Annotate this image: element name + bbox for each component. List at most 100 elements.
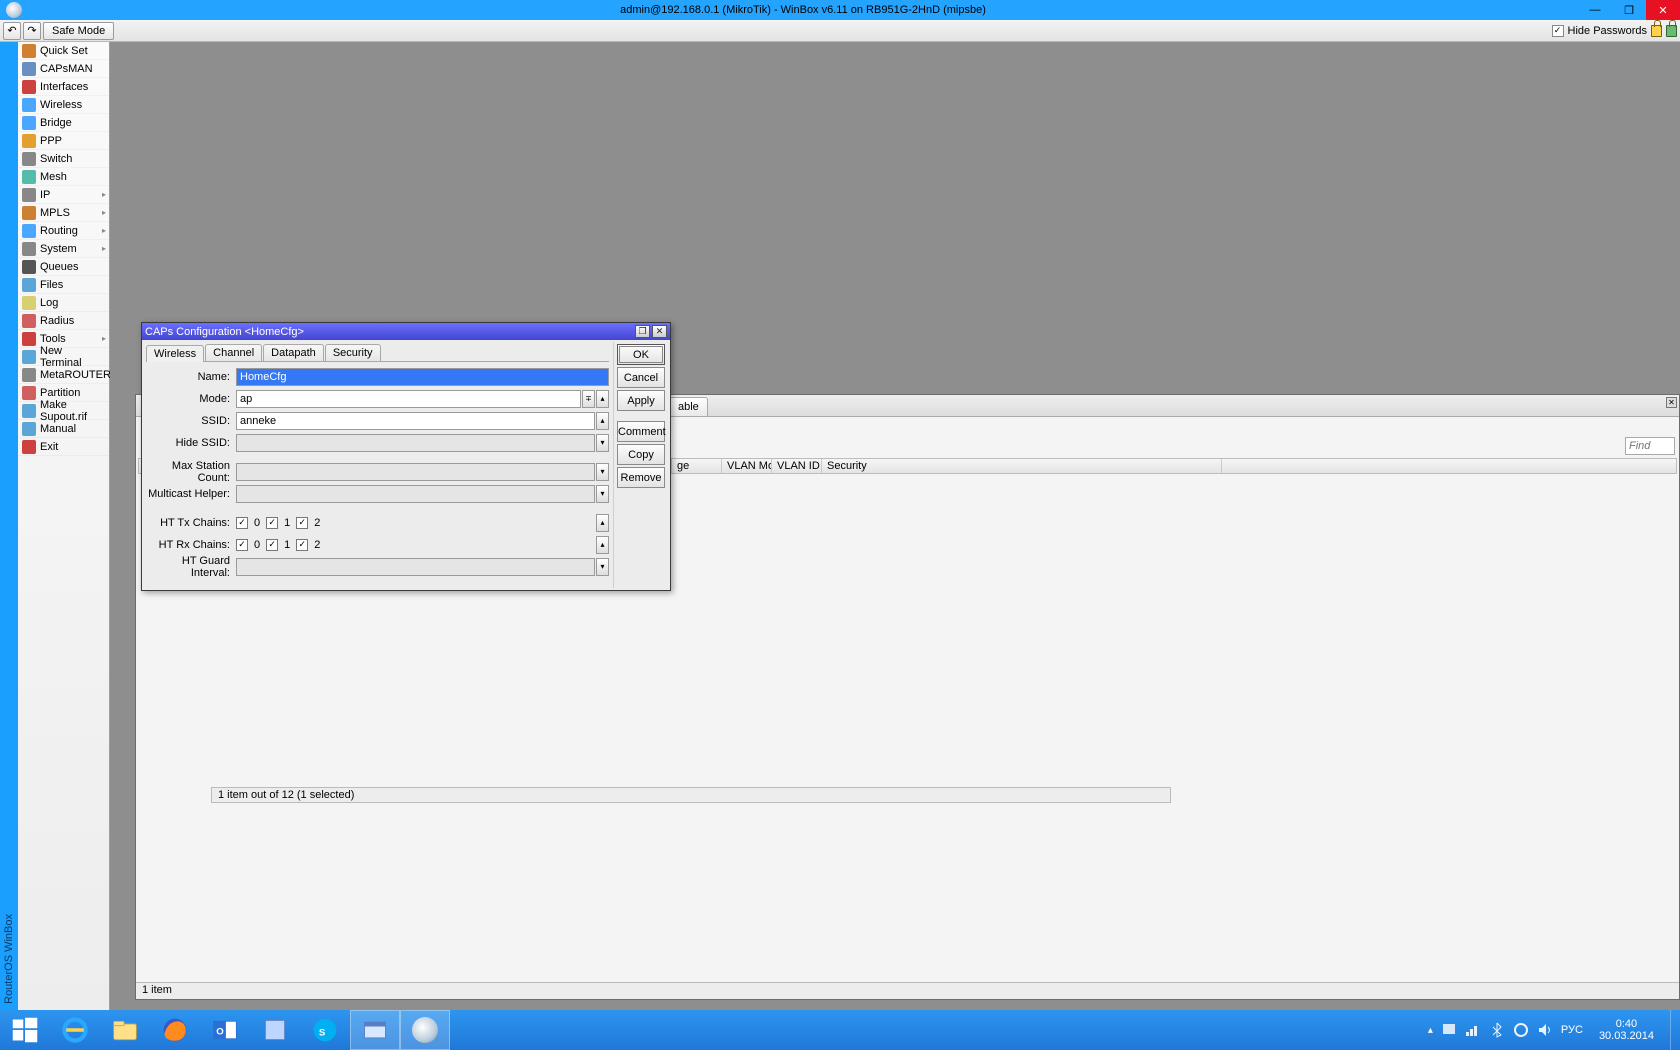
mode-label: Mode: [146,393,236,405]
column-header[interactable]: VLAN Mo... [722,459,772,473]
undo-button[interactable]: ↶ [3,22,21,40]
multicast-input[interactable] [236,485,595,503]
redo-button[interactable]: ↷ [23,22,41,40]
chain2-label: 2 [314,539,320,551]
tab-channel[interactable]: Channel [205,344,262,361]
sidebar-item-new-terminal[interactable]: New Terminal [18,348,109,366]
sidebar-item-log[interactable]: Log [18,294,109,312]
part-icon [22,386,36,400]
sidebar-item-label: Routing [40,225,78,237]
minimize-button[interactable]: — [1578,0,1612,20]
volume-icon[interactable] [1537,1022,1553,1038]
ht-tx-chain1-checkbox[interactable]: ✓ [266,517,278,529]
firefox-icon[interactable] [150,1010,200,1050]
sidebar-item-wireless[interactable]: Wireless [18,96,109,114]
explorer-icon[interactable] [100,1010,150,1050]
ssid-input[interactable] [236,412,595,430]
network-icon[interactable] [1465,1022,1481,1038]
outlook-icon[interactable]: O [200,1010,250,1050]
collapse-up-icon[interactable]: ▴ [596,536,609,554]
column-header[interactable]: Security [822,459,1222,473]
sidebar-item-routing[interactable]: Routing ▸ [18,222,109,240]
exit-icon [22,440,36,454]
tab-datapath[interactable]: Datapath [263,344,324,361]
language-indicator[interactable]: РУС [1561,1024,1583,1036]
sidebar-item-mesh[interactable]: Mesh [18,168,109,186]
sidebar-item-manual[interactable]: Manual [18,420,109,438]
skype-icon[interactable]: S [300,1010,350,1050]
app-icon-gen2[interactable] [350,1010,400,1050]
ht-rx-chain2-checkbox[interactable]: ✓ [296,539,308,551]
guard-interval-input[interactable] [236,558,595,576]
sidebar-item-system[interactable]: System▸ [18,240,109,258]
sidebar-item-interfaces[interactable]: Interfaces [18,78,109,96]
sidebar-item-label: Make Supout.rif [40,399,105,423]
brg-icon [22,116,36,130]
ht-tx-chain0-checkbox[interactable]: ✓ [236,517,248,529]
modal-close-button[interactable]: ✕ [652,325,667,338]
find-box[interactable] [1625,437,1675,455]
sidebar-item-metarouter[interactable]: MetaROUTER [18,366,109,384]
apply-button[interactable]: Apply [617,390,665,411]
modal-titlebar[interactable]: CAPs Configuration <HomeCfg> ❐ ✕ [142,323,670,340]
copy-button[interactable]: Copy [617,444,665,465]
modal-restore-button[interactable]: ❐ [635,325,650,338]
comment-button[interactable]: Comment [617,421,665,442]
hide-ssid-input[interactable] [236,434,595,452]
collapse-up-icon[interactable]: ▴ [596,390,609,408]
ie-icon[interactable] [50,1010,100,1050]
tray-up-icon[interactable]: ▴ [1428,1025,1433,1036]
close-icon[interactable]: ✕ [1666,397,1677,408]
fl-icon [22,278,36,292]
tab-security[interactable]: Security [325,344,381,361]
hide-passwords-toggle[interactable]: ✓ Hide Passwords [1552,25,1647,37]
flag-icon[interactable] [1441,1022,1457,1038]
sidebar-item-files[interactable]: Files [18,276,109,294]
sidebar-item-ip[interactable]: IP▸ [18,186,109,204]
column-header[interactable]: ge [672,459,722,473]
collapse-up-icon[interactable]: ▴ [596,412,609,430]
start-button[interactable] [0,1010,50,1050]
expand-down-icon[interactable]: ▾ [596,463,609,481]
ht-rx-chain1-checkbox[interactable]: ✓ [266,539,278,551]
remove-button[interactable]: Remove [617,467,665,488]
sidebar-item-label: Interfaces [40,81,88,93]
cancel-button[interactable]: Cancel [617,367,665,388]
chevron-right-icon: ▸ [102,226,106,235]
table-tab[interactable]: able [669,397,708,416]
sidebar-item-quick-set[interactable]: Quick Set [18,42,109,60]
sidebar-item-make-supout-rif[interactable]: Make Supout.rif [18,402,109,420]
sidebar-item-capsman[interactable]: CAPsMAN [18,60,109,78]
name-input[interactable] [236,368,609,386]
ht-tx-chain2-checkbox[interactable]: ✓ [296,517,308,529]
sidebar-item-ppp[interactable]: PPP [18,132,109,150]
sync-icon[interactable] [1513,1022,1529,1038]
sidebar-item-mpls[interactable]: MPLS▸ [18,204,109,222]
bluetooth-icon[interactable] [1489,1022,1505,1038]
dropdown-icon[interactable]: ∓ [582,390,595,408]
winbox-taskbar-icon[interactable] [400,1010,450,1050]
sidebar-item-switch[interactable]: Switch [18,150,109,168]
find-input[interactable] [1625,437,1675,455]
maximize-button[interactable]: ❐ [1612,0,1646,20]
expand-down-icon[interactable]: ▾ [596,558,609,576]
sidebar-item-exit[interactable]: Exit [18,438,109,456]
show-desktop-button[interactable] [1670,1010,1678,1050]
collapse-up-icon[interactable]: ▴ [596,514,609,532]
tab-wireless[interactable]: Wireless [146,345,204,362]
clock[interactable]: 0:40 30.03.2014 [1591,1018,1662,1042]
max-station-input[interactable] [236,463,595,481]
mr-icon [22,368,36,382]
safe-mode-button[interactable]: Safe Mode [43,22,114,40]
expand-down-icon[interactable]: ▾ [596,434,609,452]
sidebar-item-radius[interactable]: Radius [18,312,109,330]
sidebar-item-queues[interactable]: Queues [18,258,109,276]
close-button[interactable]: ✕ [1646,0,1680,20]
mode-select[interactable] [236,390,581,408]
ht-rx-chain0-checkbox[interactable]: ✓ [236,539,248,551]
app-icon-gen1[interactable] [250,1010,300,1050]
expand-down-icon[interactable]: ▾ [596,485,609,503]
sidebar-item-bridge[interactable]: Bridge [18,114,109,132]
column-header[interactable]: VLAN ID [772,459,822,473]
ok-button[interactable]: OK [617,344,665,365]
